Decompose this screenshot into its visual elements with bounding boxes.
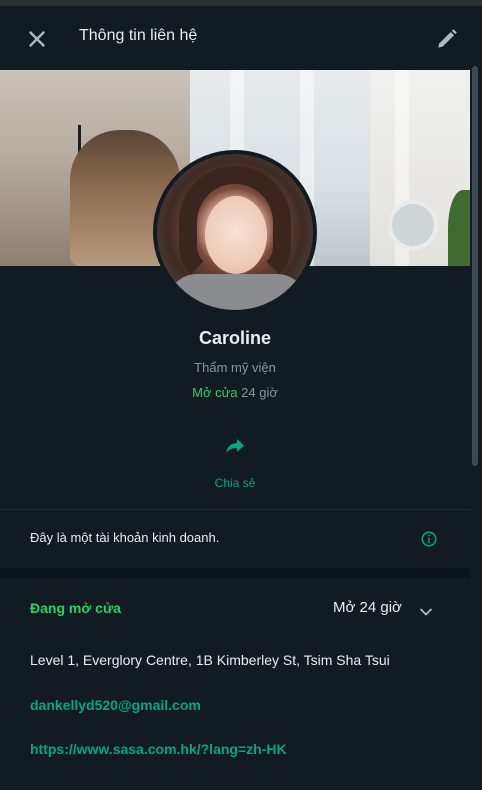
opening-status: Mở cửa 24 giờ [0,385,470,400]
business-hours-value: Mở 24 giờ [333,599,402,616]
info-icon[interactable] [420,530,438,548]
contact-info-header: Thông tin liên hệ [0,6,470,70]
share-button[interactable]: Chia sẻ [205,430,265,490]
business-address: Level 1, Everglory Centre, 1B Kimberley … [30,652,390,668]
section-separator [0,568,470,578]
scrollbar[interactable] [470,6,482,790]
pencil-icon[interactable] [434,26,460,52]
business-category: Thẩm mỹ viện [194,360,276,375]
contact-info-panel: Caroline Thẩm mỹ viện Mở cửa 24 giờ Chia… [0,70,470,790]
share-label: Chia sẻ [214,476,256,490]
email-link[interactable]: dankellyd520@gmail.com [30,697,201,713]
close-icon[interactable] [24,26,50,52]
contact-name: Caroline [198,328,272,348]
open-status-label: Mở cửa [192,385,238,400]
website-link[interactable]: https://www.sasa.com.hk/?lang=zh-HK [30,741,287,757]
header-title: Thông tin liên hệ [79,27,198,44]
business-hours-status: Đang mở cửa [30,600,121,616]
share-arrow-icon [226,439,244,453]
scrollbar-thumb[interactable] [472,66,478,466]
business-account-note: Đây là một tài khoản kinh doanh. [30,530,220,545]
chevron-down-icon[interactable] [416,602,436,622]
open-hours-label: 24 giờ [241,385,278,400]
divider [0,509,470,510]
avatar[interactable] [153,150,317,314]
